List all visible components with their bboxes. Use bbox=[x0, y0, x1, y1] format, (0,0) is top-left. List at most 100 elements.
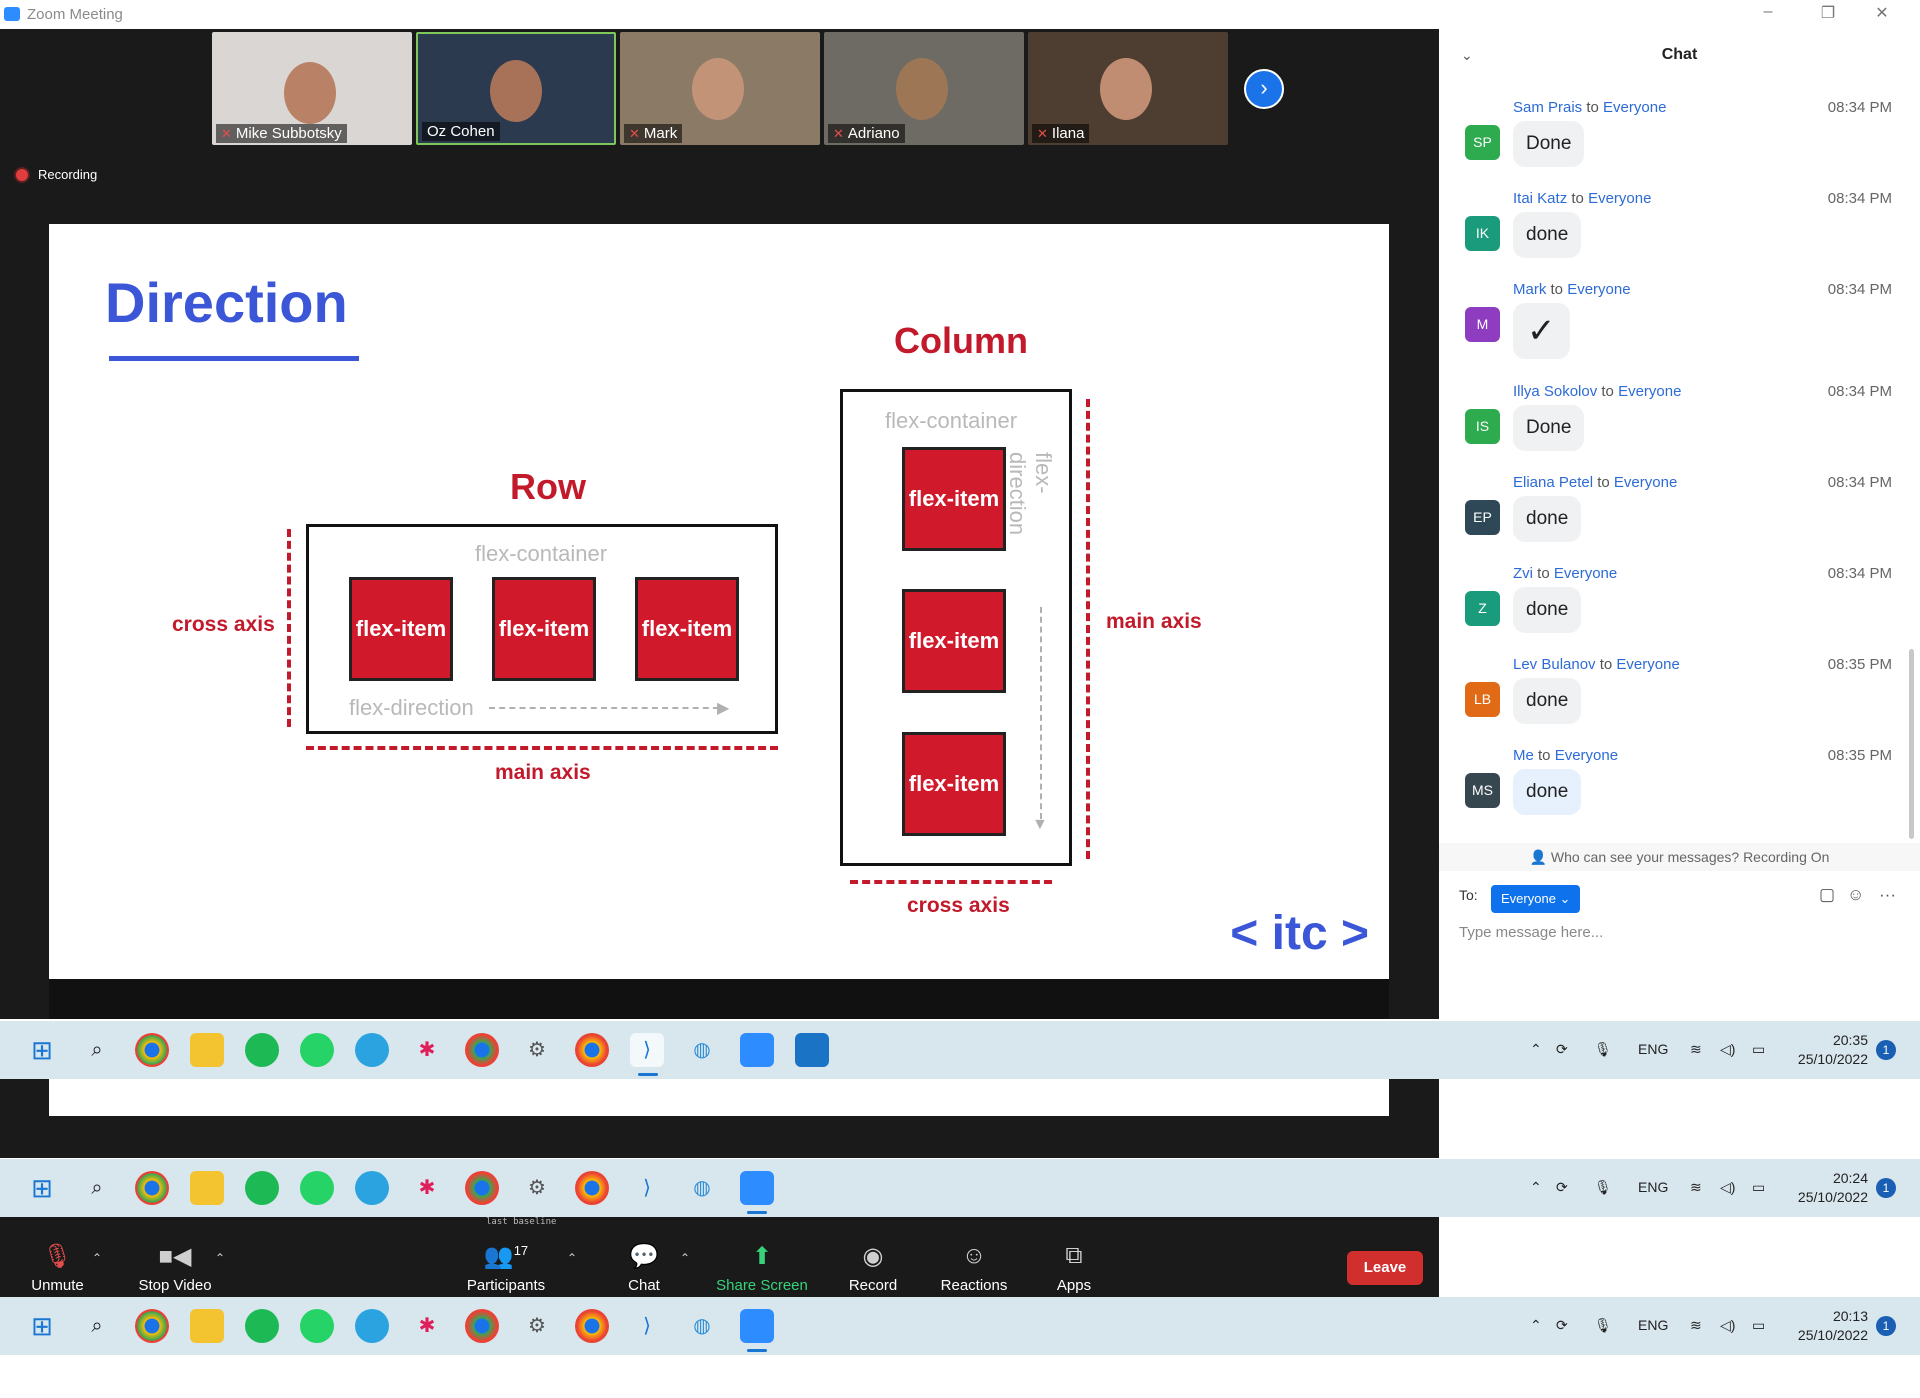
participant-tile[interactable]: ✕ Adriano bbox=[824, 32, 1024, 145]
settings-gear-icon[interactable]: ⚙ bbox=[520, 1309, 554, 1343]
chrome-icon[interactable] bbox=[575, 1171, 609, 1205]
search-icon[interactable]: ⌕ bbox=[80, 1171, 114, 1205]
privacy-notice[interactable]: 👤 Who can see your messages? Recording O… bbox=[1439, 843, 1920, 871]
photos-icon[interactable] bbox=[795, 1033, 829, 1067]
chrome-icon[interactable] bbox=[135, 1309, 169, 1343]
sync-icon[interactable]: ⟳ bbox=[1556, 1179, 1568, 1196]
close-button[interactable]: ✕ bbox=[1862, 3, 1902, 23]
microphone-icon[interactable]: 🎙 bbox=[1594, 1317, 1612, 1334]
telegram-icon[interactable] bbox=[355, 1309, 389, 1343]
search-icon[interactable]: ⌕ bbox=[80, 1033, 114, 1067]
restore-button[interactable]: ❐ bbox=[1808, 3, 1848, 23]
participant-tile-active-speaker[interactable]: Oz Cohen bbox=[416, 32, 616, 145]
chat-scrollbar[interactable] bbox=[1909, 649, 1914, 839]
telegram-icon[interactable] bbox=[355, 1033, 389, 1067]
apps-button[interactable]: ⧉ Apps bbox=[1044, 1225, 1104, 1303]
volume-icon[interactable]: ◁) bbox=[1720, 1317, 1735, 1334]
participant-tile[interactable]: ✕ Mark bbox=[620, 32, 820, 145]
file-icon[interactable]: ▢ bbox=[1819, 885, 1835, 905]
notification-badge[interactable]: 1 bbox=[1876, 1040, 1896, 1060]
chrome-icon[interactable] bbox=[575, 1309, 609, 1343]
battery-icon[interactable]: ▭ bbox=[1752, 1041, 1765, 1058]
share-screen-button[interactable]: ⬆ Share Screen bbox=[712, 1225, 812, 1303]
slack-icon[interactable]: ✱ bbox=[410, 1033, 444, 1067]
settings-gear-icon[interactable]: ⚙ bbox=[520, 1033, 554, 1067]
chrome-icon[interactable] bbox=[135, 1171, 169, 1205]
microphone-icon[interactable]: 🎙 bbox=[1594, 1179, 1612, 1196]
chrome-profile-icon[interactable] bbox=[465, 1171, 499, 1205]
file-explorer-icon[interactable] bbox=[190, 1171, 224, 1205]
emoji-icon[interactable]: ☺ bbox=[1847, 885, 1864, 905]
zoom-icon[interactable] bbox=[740, 1033, 774, 1067]
wifi-icon[interactable]: ≋ bbox=[1690, 1179, 1702, 1196]
sync-icon[interactable]: ⟳ bbox=[1556, 1317, 1568, 1334]
slack-icon[interactable]: ✱ bbox=[410, 1309, 444, 1343]
message-input[interactable]: Type message here... bbox=[1459, 924, 1603, 941]
slack-icon[interactable]: ✱ bbox=[410, 1171, 444, 1205]
chrome-profile-icon[interactable] bbox=[465, 1309, 499, 1343]
chat-message: Mark to Everyone 08:34 PM M ✓ bbox=[1439, 281, 1909, 369]
zoom-icon[interactable] bbox=[740, 1171, 774, 1205]
language-indicator[interactable]: ENG bbox=[1638, 1179, 1668, 1195]
chevron-up-icon[interactable]: ⌃ bbox=[1530, 1041, 1542, 1058]
audio-options-caret[interactable]: ⌃ bbox=[92, 1251, 102, 1265]
clock[interactable]: 20:24 25/10/2022 bbox=[1780, 1169, 1868, 1207]
battery-icon[interactable]: ▭ bbox=[1752, 1179, 1765, 1196]
windows-start-icon[interactable]: ⊞ bbox=[25, 1309, 59, 1343]
more-options-icon[interactable]: ··· bbox=[1879, 885, 1896, 905]
participants-button[interactable]: 👥17 Participants bbox=[460, 1225, 552, 1303]
language-indicator[interactable]: ENG bbox=[1638, 1041, 1668, 1057]
language-indicator[interactable]: ENG bbox=[1638, 1317, 1668, 1333]
microphone-icon[interactable]: 🎙 bbox=[1594, 1041, 1612, 1058]
chrome-profile-icon[interactable] bbox=[465, 1033, 499, 1067]
zoom-icon[interactable] bbox=[740, 1309, 774, 1343]
globe-app-icon[interactable]: ◍ bbox=[685, 1309, 719, 1343]
spotify-icon[interactable] bbox=[245, 1171, 279, 1205]
participant-tile[interactable]: ✕ Mike Subbotsky bbox=[212, 32, 412, 145]
settings-gear-icon[interactable]: ⚙ bbox=[520, 1171, 554, 1205]
clock[interactable]: 20:13 25/10/2022 bbox=[1780, 1307, 1868, 1345]
spotify-icon[interactable] bbox=[245, 1309, 279, 1343]
clock[interactable]: 20:35 25/10/2022 bbox=[1780, 1031, 1868, 1069]
sync-icon[interactable]: ⟳ bbox=[1556, 1041, 1568, 1058]
file-explorer-icon[interactable] bbox=[190, 1309, 224, 1343]
wifi-icon[interactable]: ≋ bbox=[1690, 1041, 1702, 1058]
windows-start-icon[interactable]: ⊞ bbox=[25, 1171, 59, 1205]
stop-video-button[interactable]: ■◀ Stop Video bbox=[130, 1225, 220, 1303]
windows-start-icon[interactable]: ⊞ bbox=[25, 1033, 59, 1067]
whatsapp-icon[interactable] bbox=[300, 1309, 334, 1343]
whatsapp-icon[interactable] bbox=[300, 1033, 334, 1067]
participant-tile[interactable]: ✕ Ilana bbox=[1028, 32, 1228, 145]
chevron-up-icon[interactable]: ⌃ bbox=[1530, 1317, 1542, 1334]
chrome-icon[interactable] bbox=[135, 1033, 169, 1067]
volume-icon[interactable]: ◁) bbox=[1720, 1179, 1735, 1196]
record-button[interactable]: ◉ Record bbox=[838, 1225, 908, 1303]
volume-icon[interactable]: ◁) bbox=[1720, 1041, 1735, 1058]
reactions-button[interactable]: ☺ Reactions bbox=[934, 1225, 1014, 1303]
participants-options-caret[interactable]: ⌃ bbox=[567, 1251, 577, 1265]
chat-options-caret[interactable]: ⌃ bbox=[680, 1251, 690, 1265]
vscode-icon[interactable]: ⟩ bbox=[630, 1171, 664, 1205]
globe-app-icon[interactable]: ◍ bbox=[685, 1171, 719, 1205]
globe-app-icon[interactable]: ◍ bbox=[685, 1033, 719, 1067]
unmute-button[interactable]: 🎙 Unmute bbox=[20, 1225, 95, 1303]
telegram-icon[interactable] bbox=[355, 1171, 389, 1205]
chrome-icon[interactable] bbox=[575, 1033, 609, 1067]
vscode-icon[interactable]: ⟩ bbox=[630, 1033, 664, 1067]
spotify-icon[interactable] bbox=[245, 1033, 279, 1067]
battery-icon[interactable]: ▭ bbox=[1752, 1317, 1765, 1334]
chevron-up-icon[interactable]: ⌃ bbox=[1530, 1179, 1542, 1196]
chat-button[interactable]: 💬 Chat bbox=[614, 1225, 674, 1303]
notification-badge[interactable]: 1 bbox=[1876, 1178, 1896, 1198]
vscode-icon[interactable]: ⟩ bbox=[630, 1309, 664, 1343]
next-page-button[interactable]: › bbox=[1244, 69, 1284, 109]
recipient-dropdown[interactable]: Everyone ⌄ bbox=[1491, 885, 1581, 913]
notification-badge[interactable]: 1 bbox=[1876, 1316, 1896, 1336]
video-options-caret[interactable]: ⌃ bbox=[215, 1251, 225, 1265]
wifi-icon[interactable]: ≋ bbox=[1690, 1317, 1702, 1334]
whatsapp-icon[interactable] bbox=[300, 1171, 334, 1205]
search-icon[interactable]: ⌕ bbox=[80, 1309, 114, 1343]
leave-button[interactable]: Leave bbox=[1347, 1251, 1423, 1285]
file-explorer-icon[interactable] bbox=[190, 1033, 224, 1067]
minimize-button[interactable]: – bbox=[1748, 3, 1788, 21]
